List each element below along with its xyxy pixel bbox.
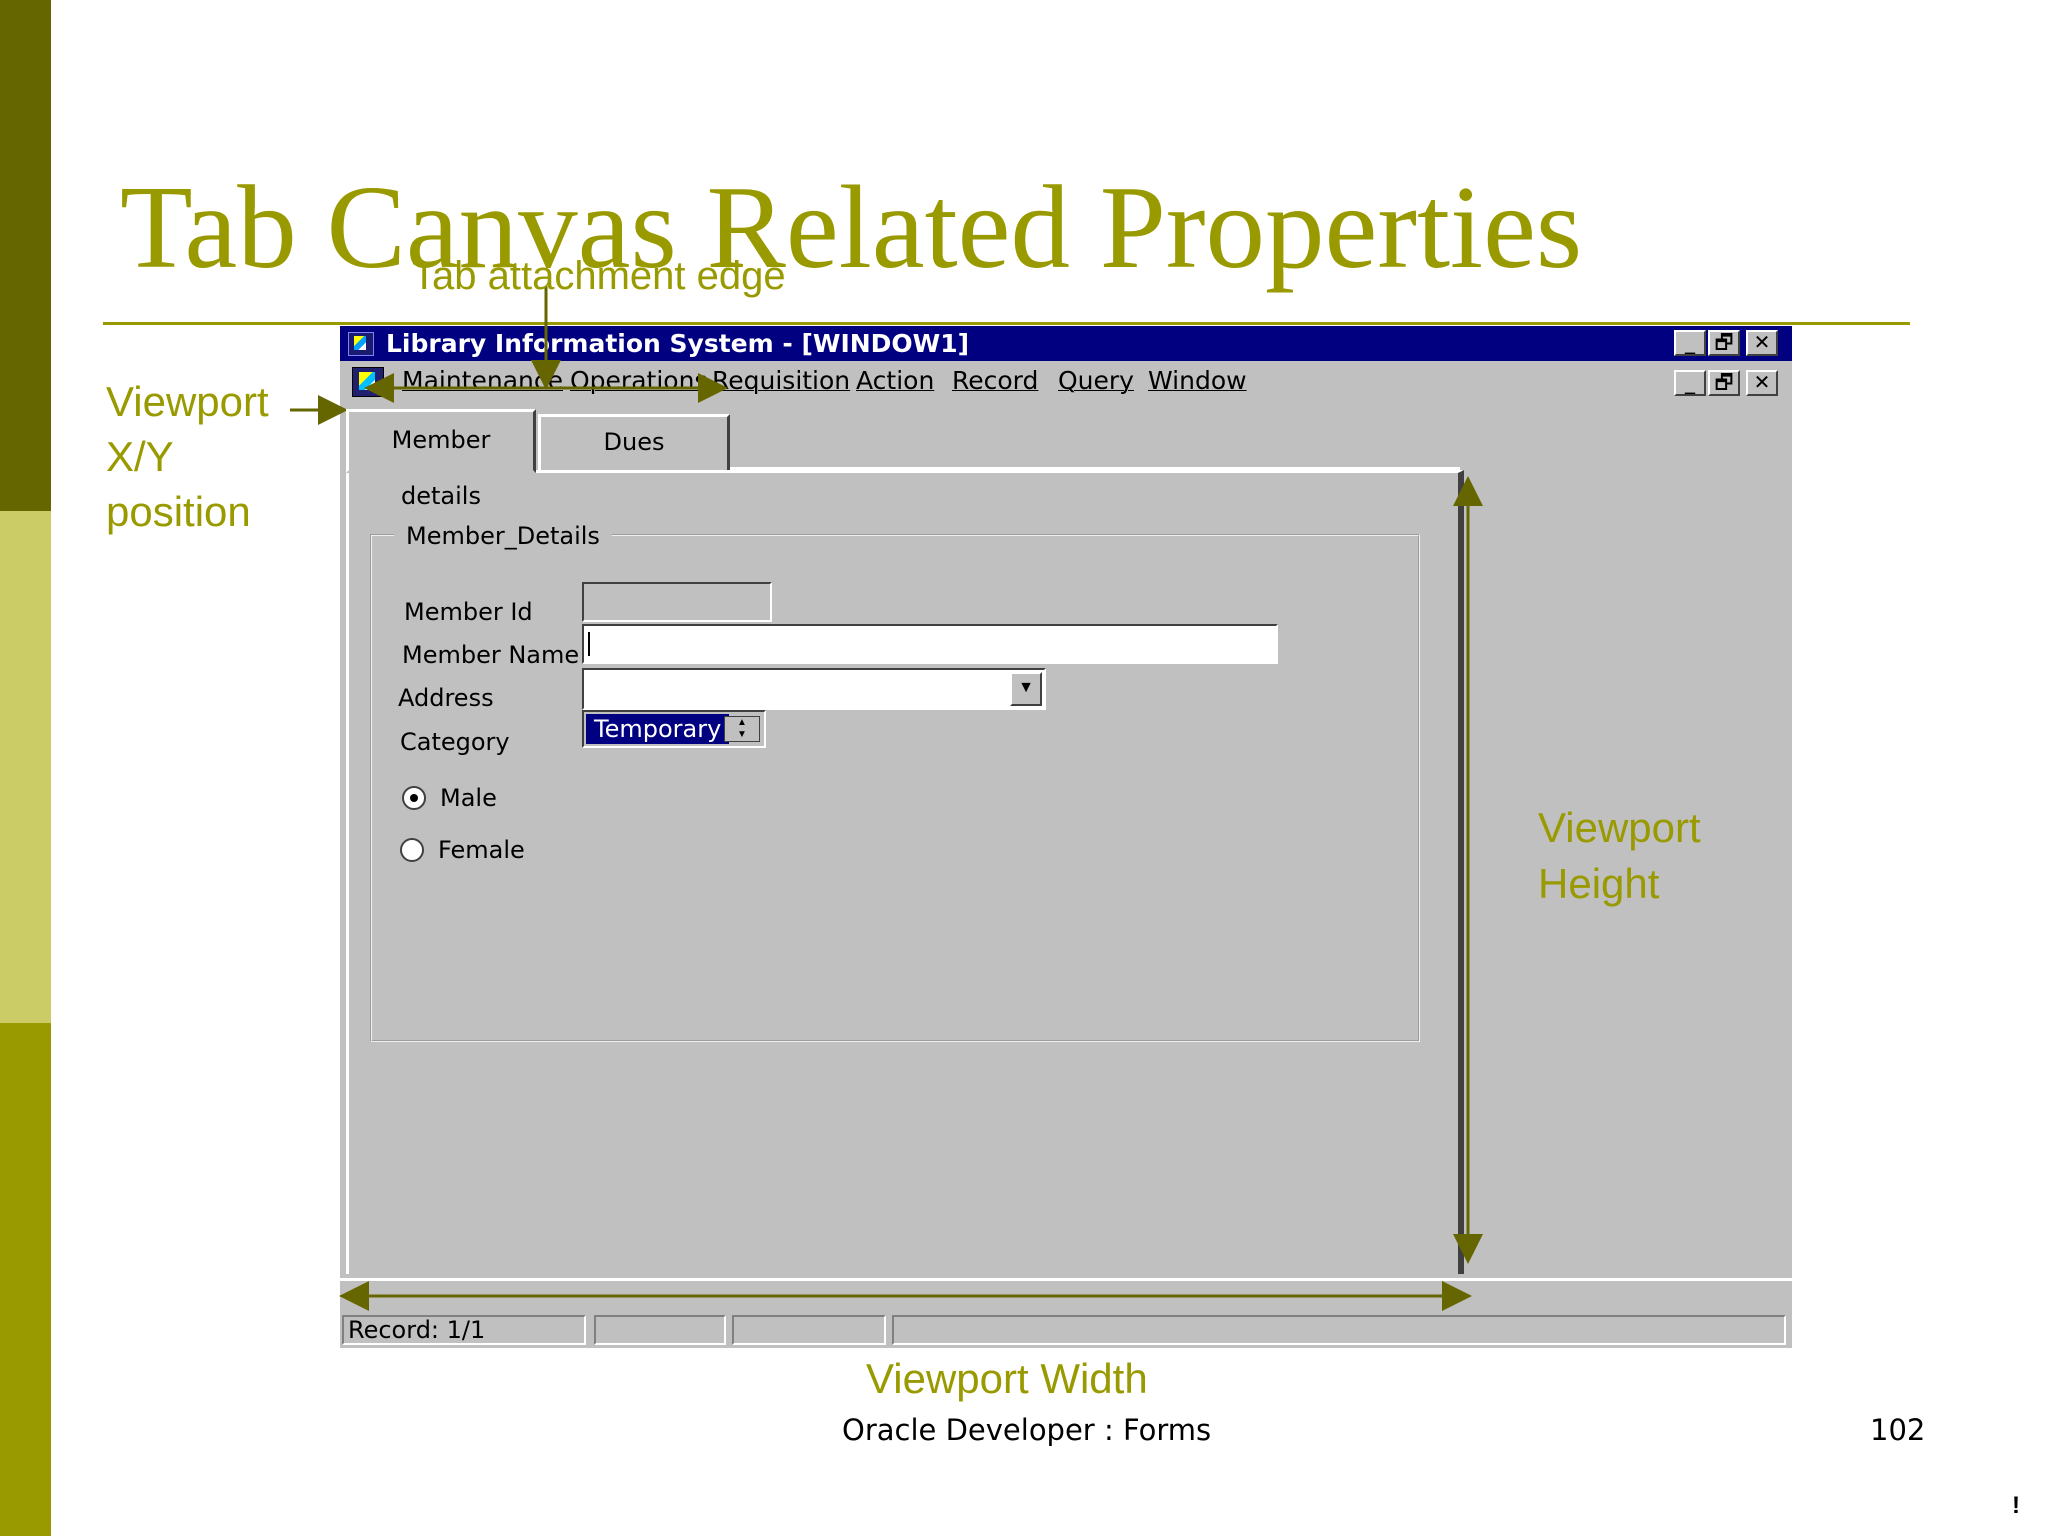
side-bar-olive bbox=[0, 1023, 51, 1536]
slide-title: Tab Canvas Related Properties bbox=[120, 161, 1583, 293]
menu-record[interactable]: Record bbox=[952, 366, 1038, 395]
menu-maintenance[interactable]: Maintenance bbox=[402, 366, 563, 395]
radio-female[interactable] bbox=[400, 838, 424, 862]
category-label: Category bbox=[400, 728, 510, 756]
member-id-field[interactable] bbox=[582, 582, 772, 622]
status-cell bbox=[892, 1315, 1786, 1345]
window-title: Library Information System - [WINDOW1] bbox=[386, 329, 970, 358]
tab-strip-edge bbox=[730, 467, 1460, 470]
male-label: Male bbox=[440, 784, 497, 812]
form-icon[interactable] bbox=[352, 367, 384, 397]
title-bar: Library Information System - [WINDOW1] _… bbox=[340, 326, 1792, 361]
minimize-button[interactable]: _ bbox=[1674, 330, 1706, 356]
side-bar-dark bbox=[0, 0, 51, 511]
frame-title: Member_Details bbox=[394, 522, 612, 550]
status-cell bbox=[594, 1315, 726, 1345]
female-label: Female bbox=[438, 836, 525, 864]
tab-dues[interactable]: Dues bbox=[538, 414, 730, 470]
address-field[interactable]: ▼ bbox=[582, 668, 1046, 710]
viewport-xy-label: Viewport X/Y position bbox=[106, 378, 269, 535]
close-button[interactable]: ✕ bbox=[1746, 330, 1778, 356]
restore-button[interactable]: 🗗 bbox=[1708, 330, 1740, 356]
side-bar-light bbox=[0, 511, 51, 1023]
spinner-icon[interactable]: ▲ ▼ bbox=[724, 716, 760, 742]
member-name-label: Member Name bbox=[402, 641, 580, 669]
viewport-height-label: Viewport Height bbox=[1538, 804, 1701, 907]
mdi-restore-button[interactable]: 🗗 bbox=[1708, 370, 1740, 396]
member-id-label: Member Id bbox=[404, 598, 533, 626]
radio-male[interactable] bbox=[402, 786, 426, 810]
menu-query[interactable]: Query bbox=[1058, 366, 1134, 395]
member-name-field[interactable] bbox=[582, 624, 1278, 664]
status-cell bbox=[732, 1315, 886, 1345]
status-bar: Record: 1/1 bbox=[340, 1278, 1792, 1348]
status-record: Record: 1/1 bbox=[342, 1315, 586, 1345]
menu-window[interactable]: Window bbox=[1148, 366, 1247, 395]
tab-attachment-edge-label: Tab attachment edge bbox=[412, 254, 786, 298]
menu-requisition[interactable]: Requisition bbox=[712, 366, 850, 395]
app-icon bbox=[348, 332, 374, 356]
address-label: Address bbox=[398, 684, 494, 712]
category-field[interactable]: Temporary ▲ ▼ bbox=[582, 710, 766, 748]
footer-text: Oracle Developer : Forms bbox=[842, 1413, 1212, 1447]
tab-member-details[interactable]: Member details bbox=[346, 409, 536, 510]
page-number: 102 bbox=[1870, 1413, 1926, 1447]
chevron-down-icon[interactable]: ▼ bbox=[1010, 672, 1042, 706]
corner-mark: ! bbox=[2012, 1492, 2020, 1519]
category-value: Temporary bbox=[586, 714, 730, 744]
menu-bar: Maintenance Operations Requisition Actio… bbox=[340, 361, 1792, 399]
title-rule bbox=[103, 322, 1910, 325]
mdi-minimize-button[interactable]: _ bbox=[1674, 370, 1706, 396]
menu-action[interactable]: Action bbox=[856, 366, 934, 395]
menu-operations[interactable]: Operations bbox=[570, 366, 707, 395]
mdi-close-button[interactable]: ✕ bbox=[1746, 370, 1778, 396]
viewport-width-label: Viewport Width bbox=[866, 1355, 1148, 1402]
